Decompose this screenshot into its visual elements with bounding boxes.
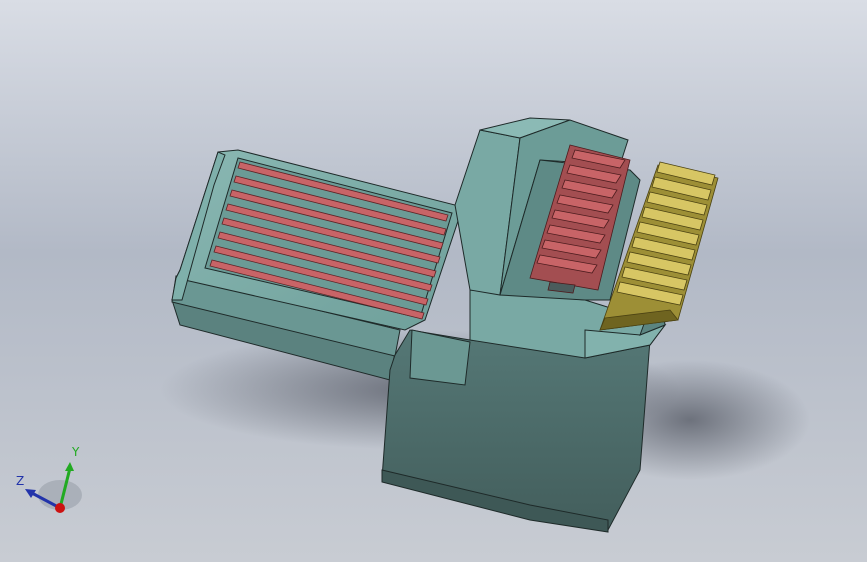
z-axis-label: Z — [16, 474, 24, 488]
y-axis-arrow-icon — [65, 462, 74, 471]
connector-3d-model[interactable] — [0, 0, 867, 562]
y-axis-label: Y — [71, 445, 80, 459]
graphics-viewport[interactable]: Y Z — [0, 0, 867, 562]
coordinate-triad: Y Z — [16, 445, 82, 513]
x-axis-dot-icon — [55, 503, 65, 513]
